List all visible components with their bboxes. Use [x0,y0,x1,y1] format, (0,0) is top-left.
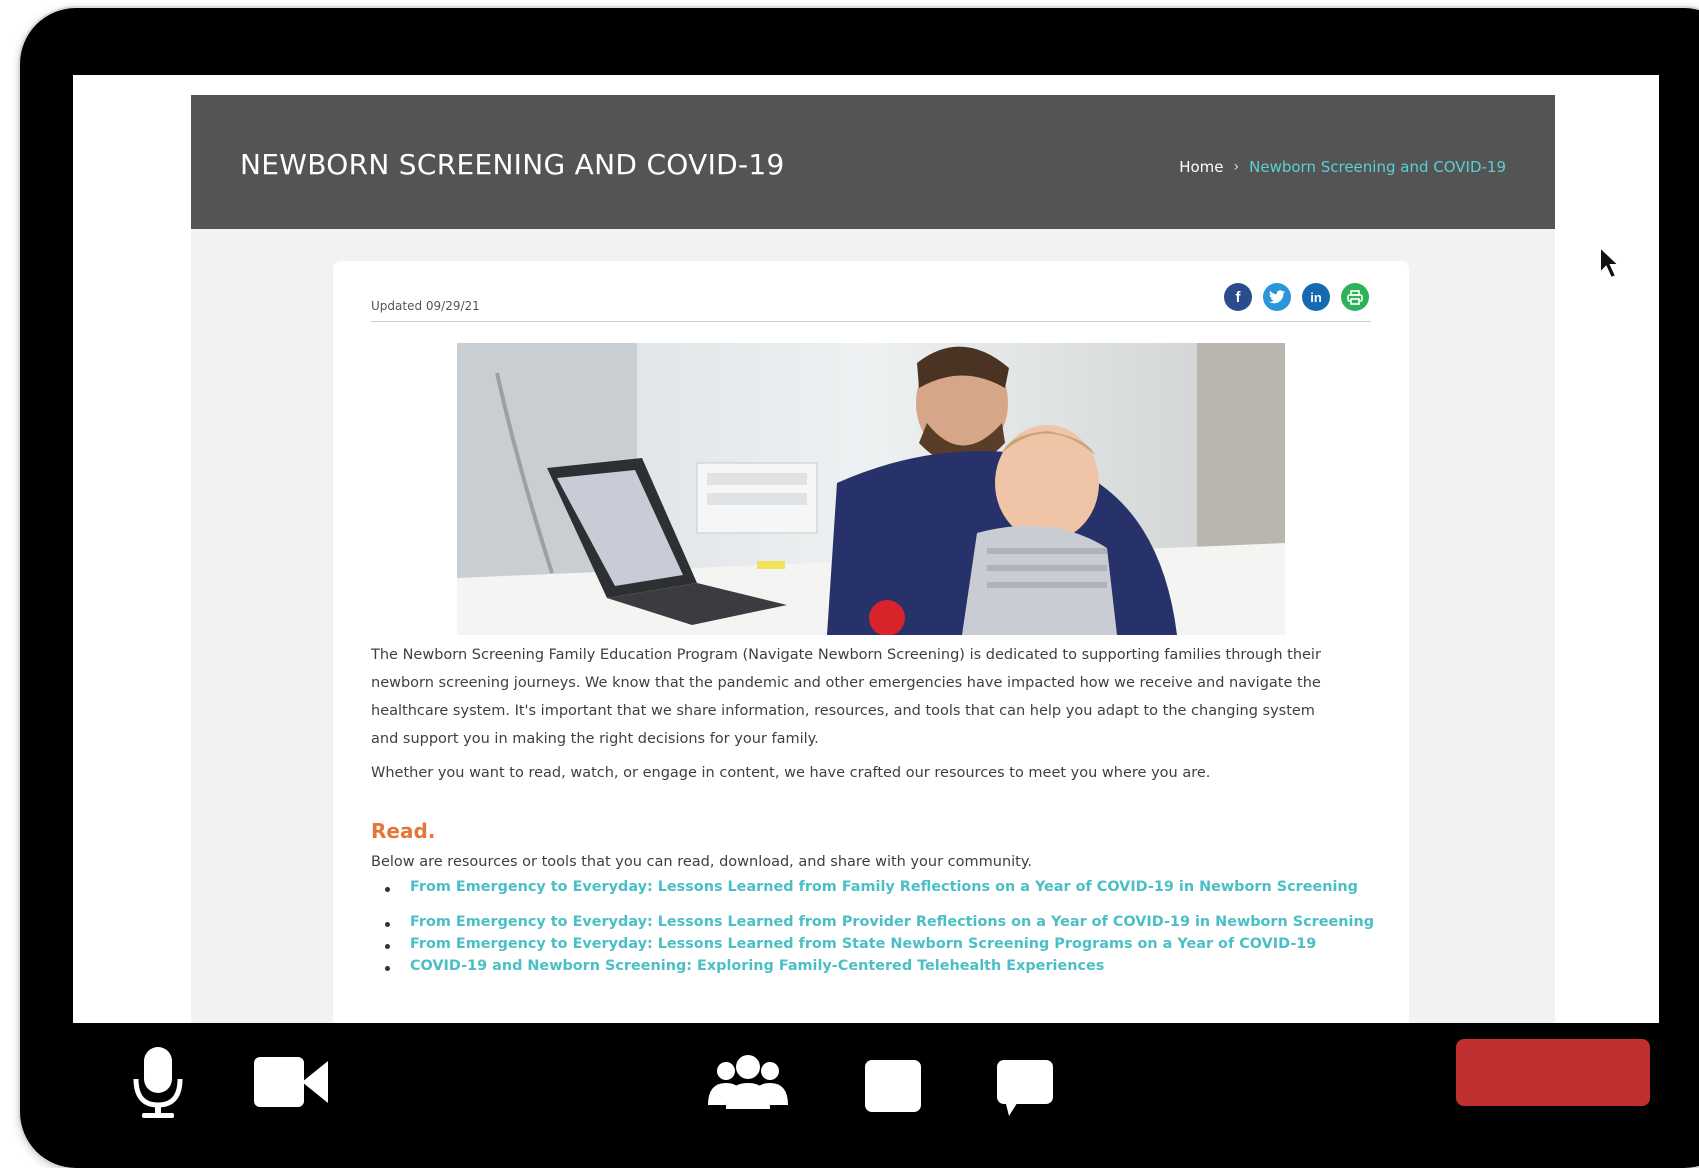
read-heading: Read. [371,819,436,843]
call-controls-bar [0,1023,1699,1138]
share-screen-icon[interactable] [865,1060,921,1117]
share-buttons: f in [1224,283,1369,311]
intro-paragraph: The Newborn Screening Family Education P… [371,647,1321,747]
article-card: Updated 09/29/21 f in The Newborn Screen… [333,261,1409,1023]
resource-link[interactable]: From Emergency to Everyday: Lessons Lear… [371,936,1374,952]
page-banner: NEWBORN SCREENING AND COVID-19 Home › Ne… [191,95,1555,229]
microphone-icon[interactable] [130,1045,186,1126]
card-divider [371,321,1371,322]
mouse-cursor-icon [1598,244,1624,286]
read-description: Below are resources or tools that you ca… [371,854,1032,870]
resource-link[interactable]: From Emergency to Everyday: Lessons Lear… [371,879,1374,895]
chat-icon[interactable] [997,1060,1053,1123]
camera-icon[interactable] [254,1057,328,1112]
facebook-icon[interactable]: f [1224,283,1252,311]
breadcrumb-separator: › [1233,159,1240,175]
leave-button[interactable] [1456,1039,1650,1106]
breadcrumb: Home › Newborn Screening and COVID-19 [1179,158,1506,176]
twitter-icon[interactable] [1263,283,1291,311]
resource-link[interactable]: COVID-19 and Newborn Screening: Explorin… [371,958,1374,974]
intro-paragraph-2: Whether you want to read, watch, or enga… [371,765,1211,781]
breadcrumb-current: Newborn Screening and COVID-19 [1249,158,1506,176]
resource-link-list: From Emergency to Everyday: Lessons Lear… [371,879,1374,980]
participants-icon[interactable] [706,1053,790,1116]
resource-link[interactable]: From Emergency to Everyday: Lessons Lear… [371,914,1374,930]
linkedin-icon[interactable]: in [1302,283,1330,311]
browser-viewport: NEWBORN SCREENING AND COVID-19 Home › Ne… [73,75,1659,1023]
page-title: NEWBORN SCREENING AND COVID-19 [240,148,785,181]
breadcrumb-home-link[interactable]: Home [1179,158,1223,176]
hero-image [457,343,1285,635]
print-icon[interactable] [1341,283,1369,311]
updated-date: Updated 09/29/21 [371,299,480,313]
